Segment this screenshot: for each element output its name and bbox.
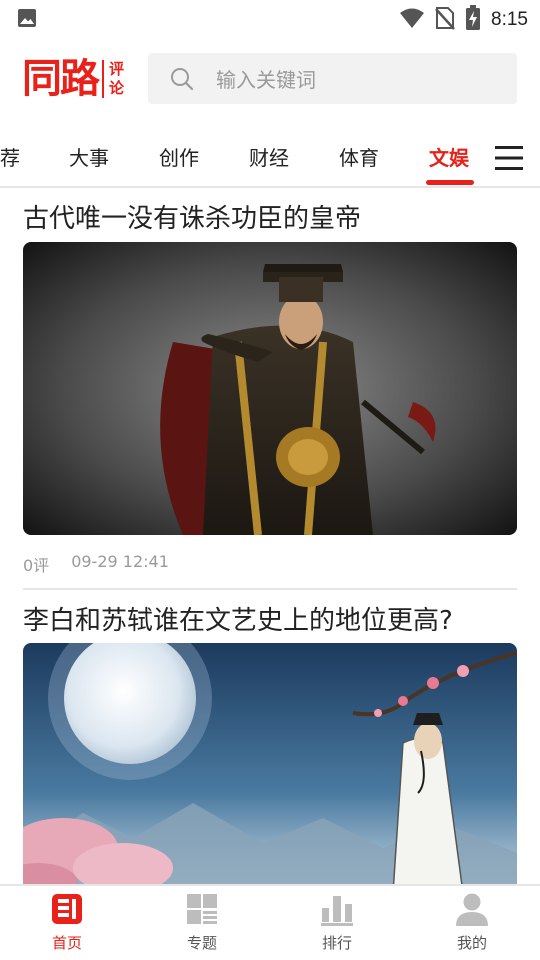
tab-entertainment[interactable]: 文娱: [429, 142, 469, 171]
wifi-icon: [399, 7, 425, 33]
nav-profile[interactable]: 我的: [432, 892, 512, 953]
app-header: 同路 评 论 输入关键词: [0, 50, 540, 106]
search-icon: [170, 67, 194, 91]
logo-separator: [102, 60, 104, 98]
active-tab-indicator: [426, 180, 474, 185]
search-placeholder: 输入关键词: [216, 68, 316, 92]
app-logo: 同路 评 论: [22, 56, 136, 102]
logo-main-text: 同路: [22, 56, 100, 102]
article-image[interactable]: [23, 643, 517, 893]
battery-charging-icon: [465, 5, 481, 35]
menu-icon[interactable]: [494, 144, 524, 172]
tab-finance[interactable]: 财经: [249, 142, 289, 171]
article-title[interactable]: 古代唯一没有诛杀功臣的皇帝: [23, 198, 361, 235]
no-sim-icon: [435, 6, 455, 34]
article-image[interactable]: [23, 242, 517, 535]
tab-creation[interactable]: 创作: [159, 142, 199, 171]
nav-topics[interactable]: 专题: [162, 892, 242, 953]
article-meta: 0评 09-29 12:41: [23, 552, 169, 576]
status-time: 8:15: [491, 9, 528, 30]
nav-home[interactable]: 首页: [27, 892, 107, 953]
comment-count: 0评: [23, 556, 50, 575]
profile-icon: [455, 892, 489, 926]
publish-time: 09-29 12:41: [71, 552, 169, 571]
nav-ranking[interactable]: 排行: [297, 892, 377, 953]
logo-sub-bottom: 论: [109, 79, 125, 97]
logo-sub-top: 评: [109, 60, 125, 78]
nav-ranking-label: 排行: [321, 934, 352, 952]
logo-sub-text: 评 论: [109, 60, 124, 98]
channel-tabs: 荐 大事 创作 财经 体育 文娱: [0, 130, 540, 188]
tab-major-events[interactable]: 大事: [69, 142, 109, 171]
nav-topics-label: 专题: [186, 934, 217, 952]
bottom-navigation: 首页 专题 排行 我的: [0, 884, 540, 960]
home-icon: [50, 892, 84, 926]
ranking-icon: [320, 892, 354, 926]
article-title[interactable]: 李白和苏轼谁在文艺史上的地位更高?: [23, 600, 453, 637]
tab-sports[interactable]: 体育: [339, 142, 379, 171]
image-icon: [17, 8, 37, 32]
search-input[interactable]: 输入关键词: [148, 53, 517, 104]
tab-recommend[interactable]: 荐: [0, 142, 20, 171]
status-bar: 8:15: [0, 0, 540, 36]
article-divider: [23, 588, 517, 590]
topics-icon: [185, 892, 219, 926]
nav-profile-label: 我的: [456, 934, 487, 952]
nav-home-label: 首页: [51, 934, 82, 952]
